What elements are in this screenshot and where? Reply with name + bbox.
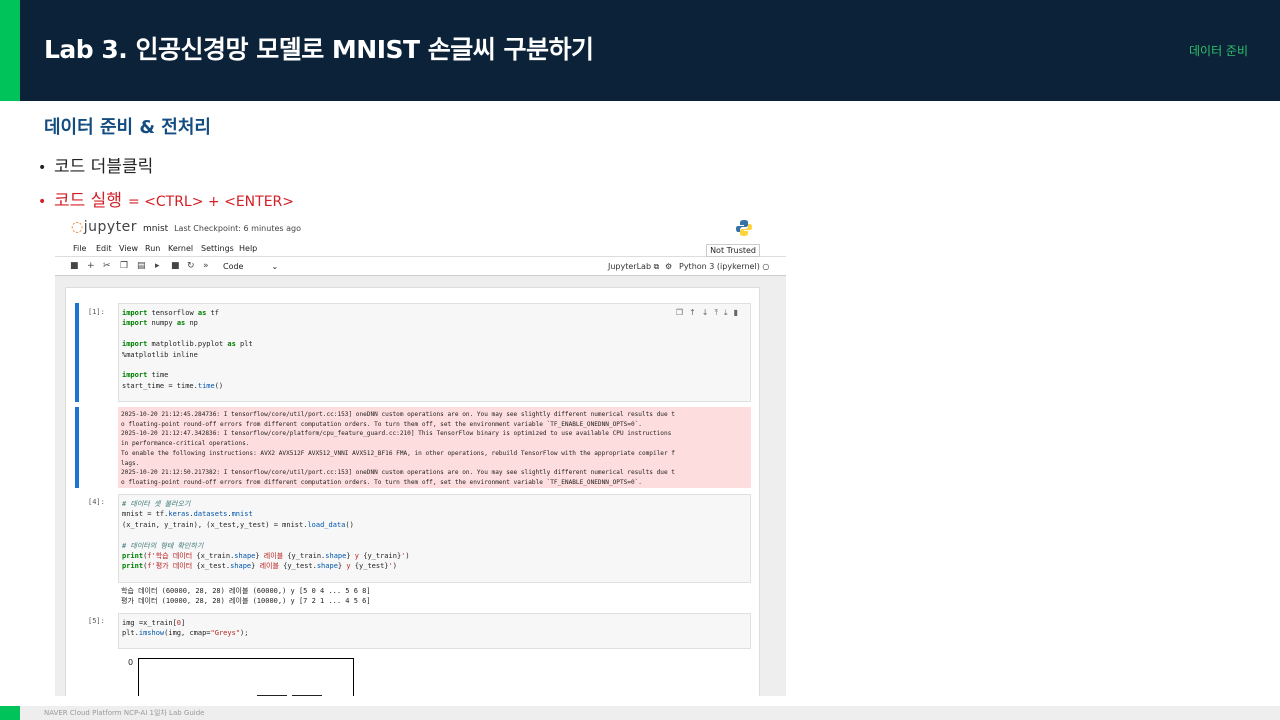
toolbar: ■ + ✂ ❐ ▤ ▸ ■ ↻ » Code ⌄ JupyterLab ⧉ ⚙ P… [55, 258, 786, 276]
chevron-down-icon: ⌄ [271, 262, 279, 271]
header-accent-bar [0, 0, 20, 101]
footer-text: NAVER Cloud Platform NCP-AI 1일차 Lab Guid… [44, 709, 205, 717]
jupyterlab-link[interactable]: JupyterLab ⧉ [608, 262, 659, 272]
menu-edit[interactable]: Edit [96, 244, 112, 253]
footer-accent [0, 706, 20, 720]
notebook-title[interactable]: mnist Last Checkpoint: 6 minutes ago [143, 224, 301, 234]
jupyter-screenshot: ◌jupyter mnist Last Checkpoint: 6 minute… [55, 214, 786, 696]
stop-icon[interactable]: ■ [171, 261, 180, 271]
stdout-output: 학습 데이터 (60000, 28, 28) 레이블 (60000,) y [5… [121, 587, 371, 605]
insert-above-icon[interactable]: ⤒ [715, 308, 725, 317]
image-plot [138, 658, 354, 696]
stderr-output: 2025-10-20 21:12:45.284736: I tensorflow… [118, 407, 751, 488]
bullet-dot: • [38, 194, 47, 210]
restart-icon[interactable]: ↻ [187, 261, 195, 271]
delete-icon[interactable]: ▮ [734, 308, 744, 317]
menu-file[interactable]: File [73, 244, 86, 253]
kernel-name[interactable]: Python 3 (ipykernel) ○ [679, 262, 769, 271]
cut-icon[interactable]: ✂ [103, 261, 111, 271]
code-cell-4[interactable]: # 데이터 셋 불러오기 mnist = tf.keras.datasets.m… [118, 494, 751, 583]
output-selection-bar [75, 407, 79, 488]
jupyter-logo-icon: ◌ [71, 219, 84, 235]
python-logo-icon [736, 220, 752, 236]
code-cell-1[interactable]: import tensorflow as tf import numpy as … [118, 303, 751, 402]
cell-toolbar: ❐↑↓⤒⤓▮ [676, 308, 744, 318]
cell-prompt: [1]: [88, 308, 105, 316]
code-text: import tensorflow as tf import numpy as … [122, 309, 253, 390]
code-text: img =x_train[0] plt.imshow(img, cmap="Gr… [122, 619, 249, 638]
save-icon[interactable]: ■ [70, 261, 79, 271]
menu-kernel[interactable]: Kernel [168, 244, 193, 253]
insert-below-icon[interactable]: ⤓ [724, 308, 734, 317]
checkpoint-text: Last Checkpoint: 6 minutes ago [174, 224, 301, 233]
copy-icon[interactable]: ❐ [120, 261, 128, 271]
cell-type-select[interactable]: Code ⌄ [223, 262, 278, 271]
code-text: # 데이터 셋 불러오기 mnist = tf.keras.datasets.m… [122, 500, 410, 571]
menu-settings[interactable]: Settings [201, 244, 234, 253]
cell-selection-bar [75, 303, 79, 402]
bullet-dot: • [38, 160, 47, 176]
jupyter-logo[interactable]: ◌jupyter [71, 219, 137, 235]
stderr-text: 2025-10-20 21:12:45.284736: I tensorflow… [121, 411, 675, 486]
cell-prompt: [4]: [88, 498, 105, 506]
shortcut-text: = <CTRL> + <ENTER> [127, 194, 294, 210]
not-trusted-button[interactable]: Not Trusted [706, 244, 760, 257]
paste-icon[interactable]: ▤ [137, 261, 146, 271]
digit-stroke [292, 695, 322, 696]
slide-title: Lab 3. 인공신경망 모델로 MNIST 손글씨 구분하기 [44, 35, 594, 64]
fast-forward-icon[interactable]: » [203, 261, 209, 271]
menu-view[interactable]: View [119, 244, 138, 253]
bullet-double-click: • 코드 더블클릭 [38, 157, 154, 177]
gear-icon[interactable]: ⚙ [665, 262, 672, 271]
bullet-run-code: • 코드 실행 = <CTRL> + <ENTER> [38, 191, 294, 211]
jupyter-topbar: ◌jupyter mnist Last Checkpoint: 6 minute… [55, 214, 786, 242]
code-cell-5[interactable]: img =x_train[0] plt.imshow(img, cmap="Gr… [118, 613, 751, 649]
digit-stroke [257, 695, 287, 696]
move-down-icon[interactable]: ↓ [702, 308, 715, 317]
section-tag: 데이터 준비 [1188, 44, 1248, 58]
menu-help[interactable]: Help [239, 244, 257, 253]
section-title: 데이터 준비 & 전처리 [44, 117, 211, 138]
duplicate-icon[interactable]: ❐ [676, 308, 689, 317]
notebook-panel: [1]: import tensorflow as tf import nump… [65, 287, 760, 696]
add-cell-icon[interactable]: + [87, 261, 95, 271]
cell-prompt: [5]: [88, 617, 105, 625]
menu-run[interactable]: Run [145, 244, 160, 253]
plot-y-tick: 0 [128, 658, 134, 667]
run-icon[interactable]: ▸ [155, 261, 160, 271]
move-up-icon[interactable]: ↑ [689, 308, 702, 317]
menu-bar: File Edit View Run Kernel Settings Help … [55, 242, 786, 257]
